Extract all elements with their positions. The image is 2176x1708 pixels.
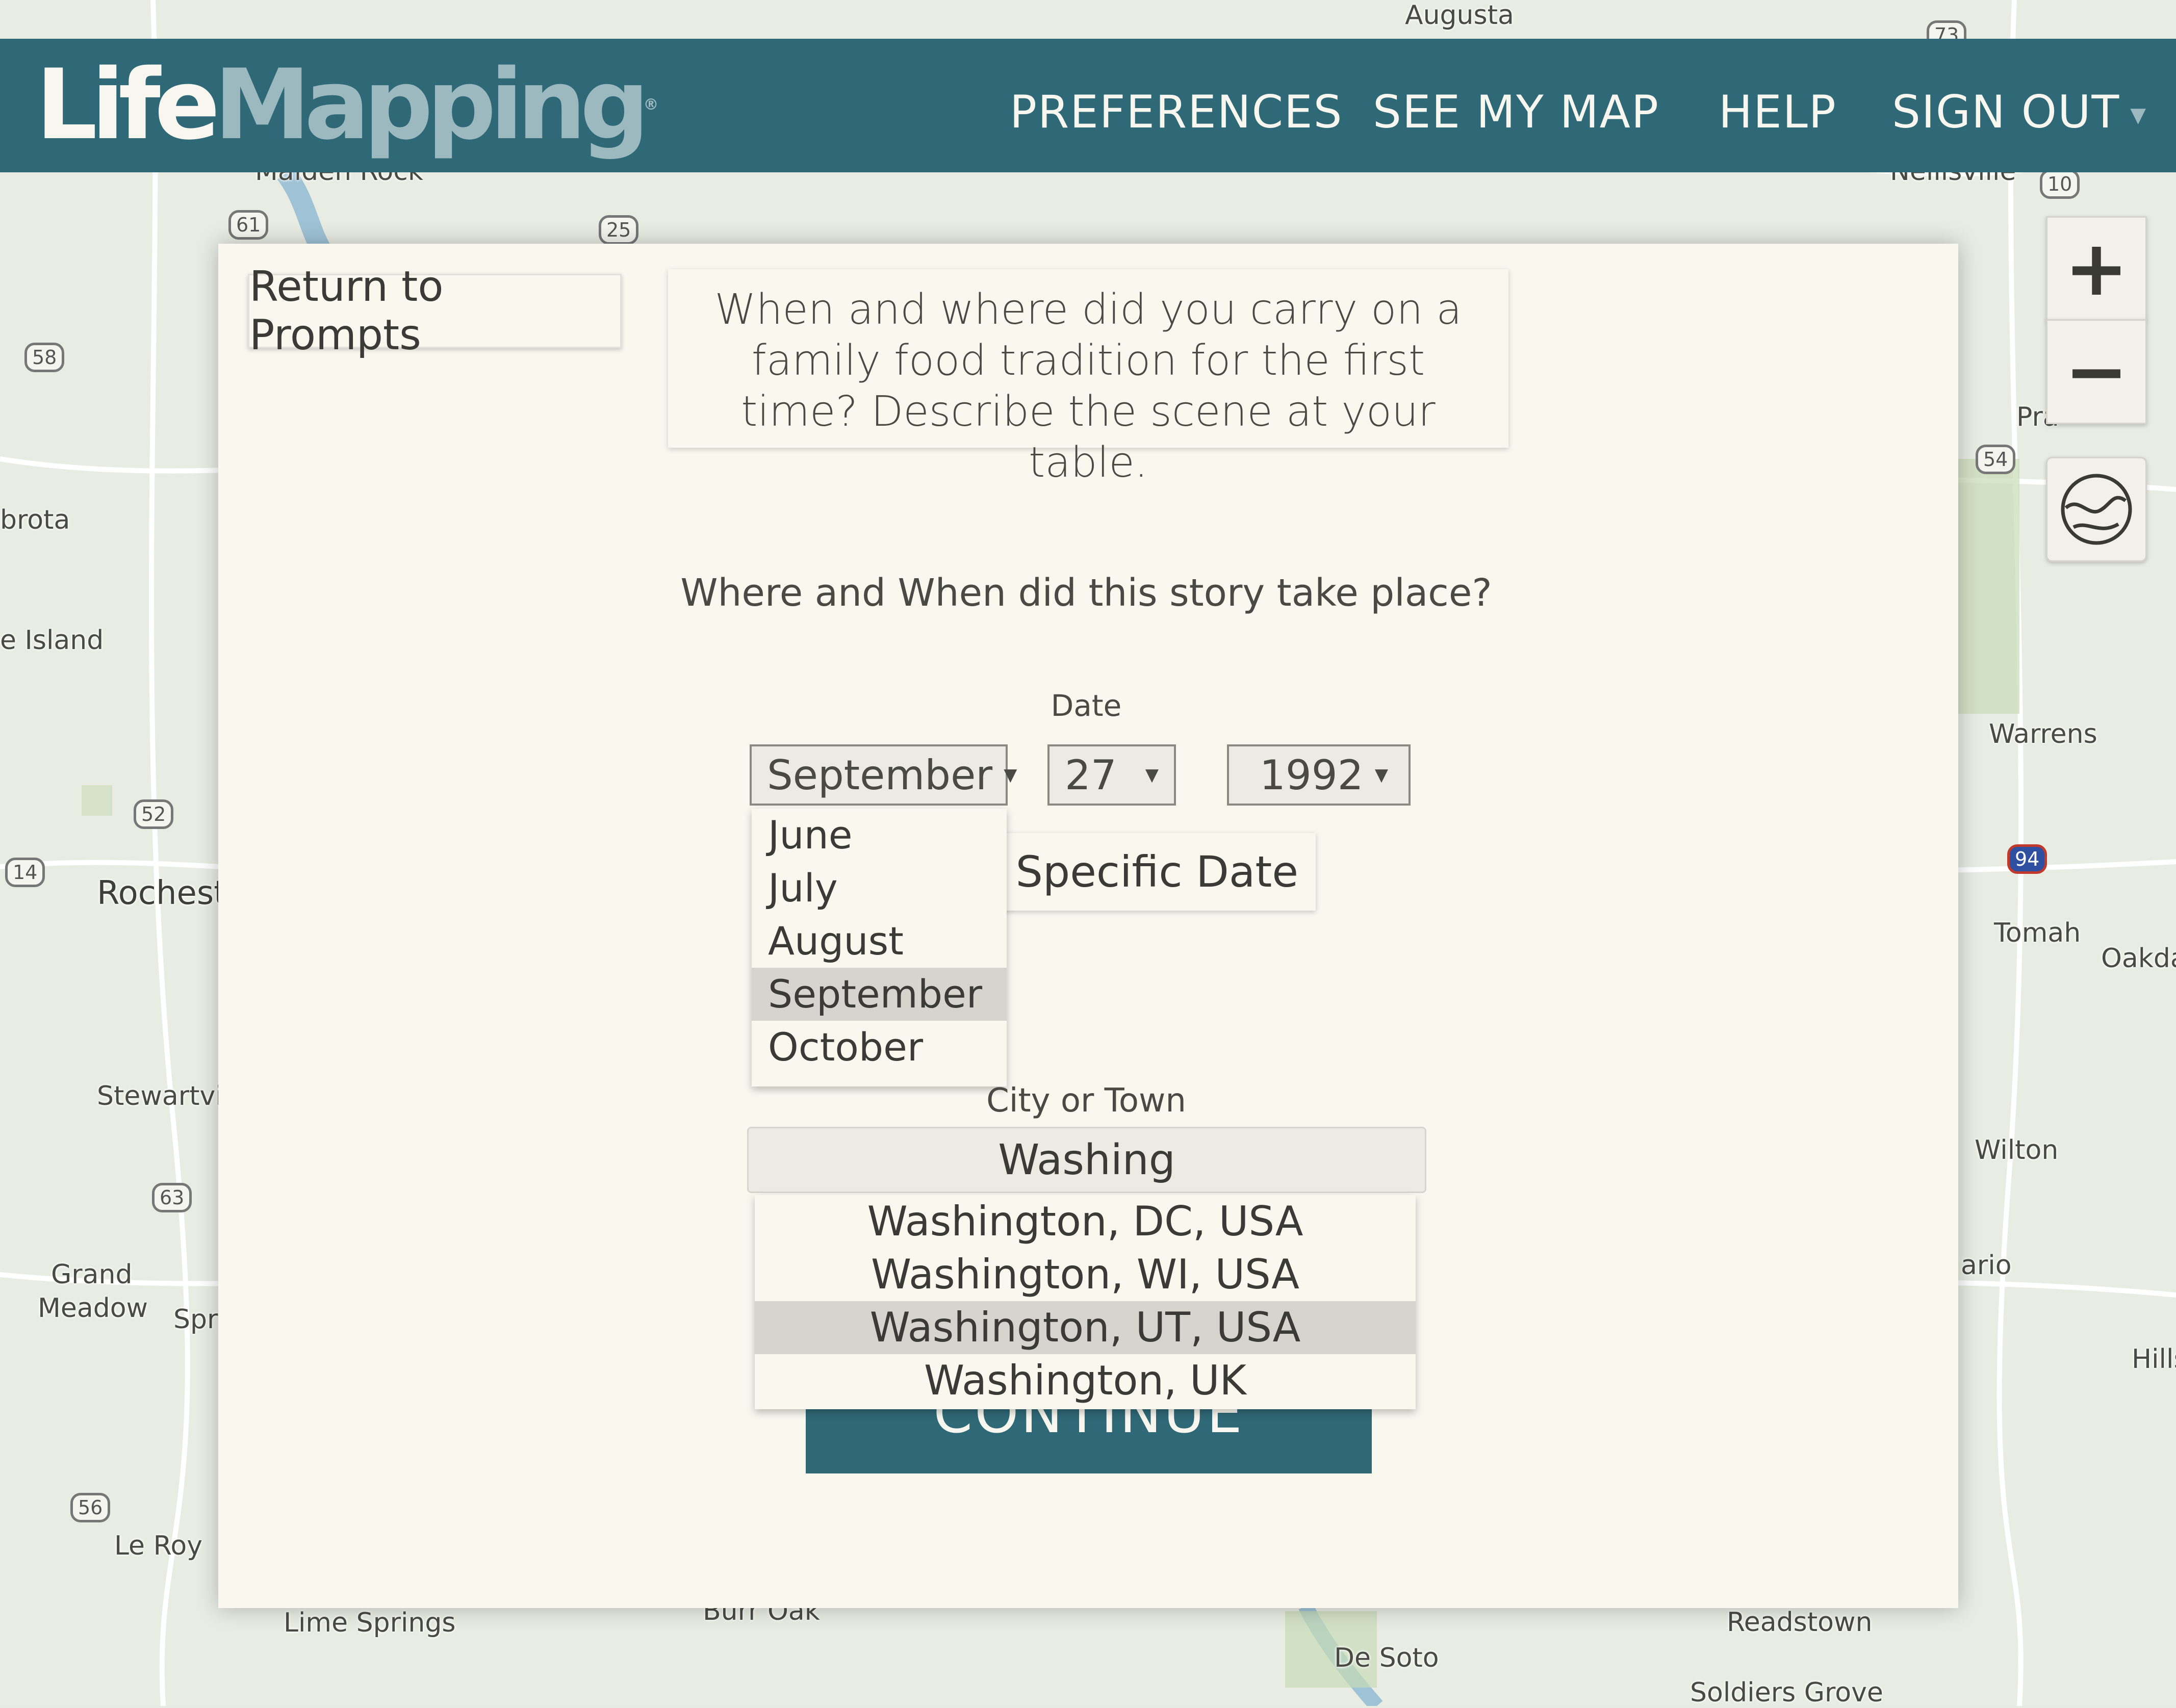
no-specific-date-button[interactable]: e Specific Date xyxy=(989,833,1316,911)
globe-icon xyxy=(2061,474,2132,545)
route-shield: 54 xyxy=(1976,445,2016,474)
map-label: Grand xyxy=(51,1259,133,1290)
dropdown-arrow-icon: ▼ xyxy=(1374,765,1388,785)
map-label: De Soto xyxy=(1334,1643,1439,1673)
lifemapping-logo[interactable]: LifeMapping® xyxy=(36,54,658,156)
sign-out-label: SIGN OUT xyxy=(1892,86,2120,138)
month-option[interactable]: July xyxy=(752,862,1007,915)
return-to-prompts-button[interactable]: Return to Prompts xyxy=(248,263,622,359)
map-label: e Island xyxy=(0,625,104,656)
map-label: Meadow xyxy=(38,1293,148,1324)
no-specific-date-label: e Specific Date xyxy=(989,847,1298,897)
zoom-in-button[interactable]: + xyxy=(2046,216,2147,321)
interstate-shield: 94 xyxy=(2007,844,2047,874)
nav-see-my-map[interactable]: SEE MY MAP xyxy=(1373,86,1659,138)
caret-down-icon: ▼ xyxy=(2130,103,2147,127)
city-suggestion[interactable]: Washington, DC, USA xyxy=(755,1195,1416,1248)
dropdown-arrow-icon: ▼ xyxy=(1145,765,1159,785)
day-select[interactable]: 27 ▼ xyxy=(1047,744,1176,806)
month-option[interactable]: October xyxy=(752,1021,1007,1074)
city-suggestion[interactable]: Washington, UK xyxy=(755,1354,1416,1407)
map-type-button[interactable] xyxy=(2046,457,2147,562)
city-label: City or Town xyxy=(986,1082,1186,1120)
route-shield: 10 xyxy=(2040,169,2080,199)
map-label: Tomah xyxy=(1994,918,2081,948)
route-shield: 25 xyxy=(599,215,639,245)
route-shield: 14 xyxy=(5,858,45,887)
map-label: Le Roy xyxy=(114,1531,202,1561)
month-option-selected[interactable]: September xyxy=(752,968,1007,1021)
map-label: Readstown xyxy=(1727,1607,1873,1638)
dropdown-arrow-icon: ▼ xyxy=(1004,765,1017,785)
map-label: Hills xyxy=(2132,1344,2176,1375)
plus-icon: + xyxy=(2064,224,2129,313)
map-label: Wilton xyxy=(1975,1135,2059,1166)
city-input[interactable] xyxy=(747,1127,1426,1193)
city-suggestion-highlighted[interactable]: Washington, UT, USA xyxy=(755,1301,1416,1354)
map-label: Stewartvil xyxy=(97,1081,231,1111)
map-label: Soldiers Grove xyxy=(1690,1677,1883,1708)
month-select[interactable]: September ▼ xyxy=(750,744,1017,806)
day-value: 27 xyxy=(1065,751,1117,799)
zoom-out-button[interactable]: − xyxy=(2046,319,2147,424)
route-shield: 52 xyxy=(134,799,174,829)
map-label: ario xyxy=(1961,1250,2012,1281)
route-shield: 58 xyxy=(24,343,65,372)
year-select[interactable]: 1992 ▼ xyxy=(1227,744,1411,806)
route-shield: 61 xyxy=(228,210,269,240)
nav-sign-out[interactable]: SIGN OUT ▼ xyxy=(1892,86,2147,138)
year-value: 1992 xyxy=(1260,751,1364,799)
month-option[interactable]: August xyxy=(752,915,1007,968)
route-shield: 63 xyxy=(152,1183,192,1212)
route-shield: 56 xyxy=(70,1493,111,1522)
nav-help[interactable]: HELP xyxy=(1719,86,1837,138)
month-value: September xyxy=(767,751,993,799)
minus-icon: − xyxy=(2064,327,2129,416)
logo-life-text: Life xyxy=(36,48,220,161)
map-label: Lime Springs xyxy=(284,1608,456,1638)
map-label: Rochest xyxy=(97,874,227,912)
nav-preferences[interactable]: PREFERENCES xyxy=(1010,86,1343,138)
city-suggestion[interactable]: Washington, WI, USA xyxy=(755,1248,1416,1301)
registered-mark: ® xyxy=(643,96,659,114)
month-dropdown-list: June July August September October xyxy=(752,809,1007,1086)
map-label: Spr xyxy=(173,1304,218,1335)
map-label: brota xyxy=(0,505,70,535)
map-label: Warrens xyxy=(1989,719,2097,749)
date-label: Date xyxy=(1051,688,1122,723)
location-question: Where and When did this story take place… xyxy=(680,571,1492,615)
logo-mapping-text: Mapping xyxy=(214,48,650,161)
prompt-text: When and where did you carry on a family… xyxy=(668,269,1508,487)
map-label: Augusta xyxy=(1405,0,1514,31)
map-label: Oakda xyxy=(2101,943,2176,974)
top-nav-bar: LifeMapping® PREFERENCES SEE MY MAP HELP… xyxy=(0,39,2176,172)
month-option[interactable]: June xyxy=(752,809,1007,862)
city-suggestions-list: Washington, DC, USA Washington, WI, USA … xyxy=(755,1195,1416,1409)
